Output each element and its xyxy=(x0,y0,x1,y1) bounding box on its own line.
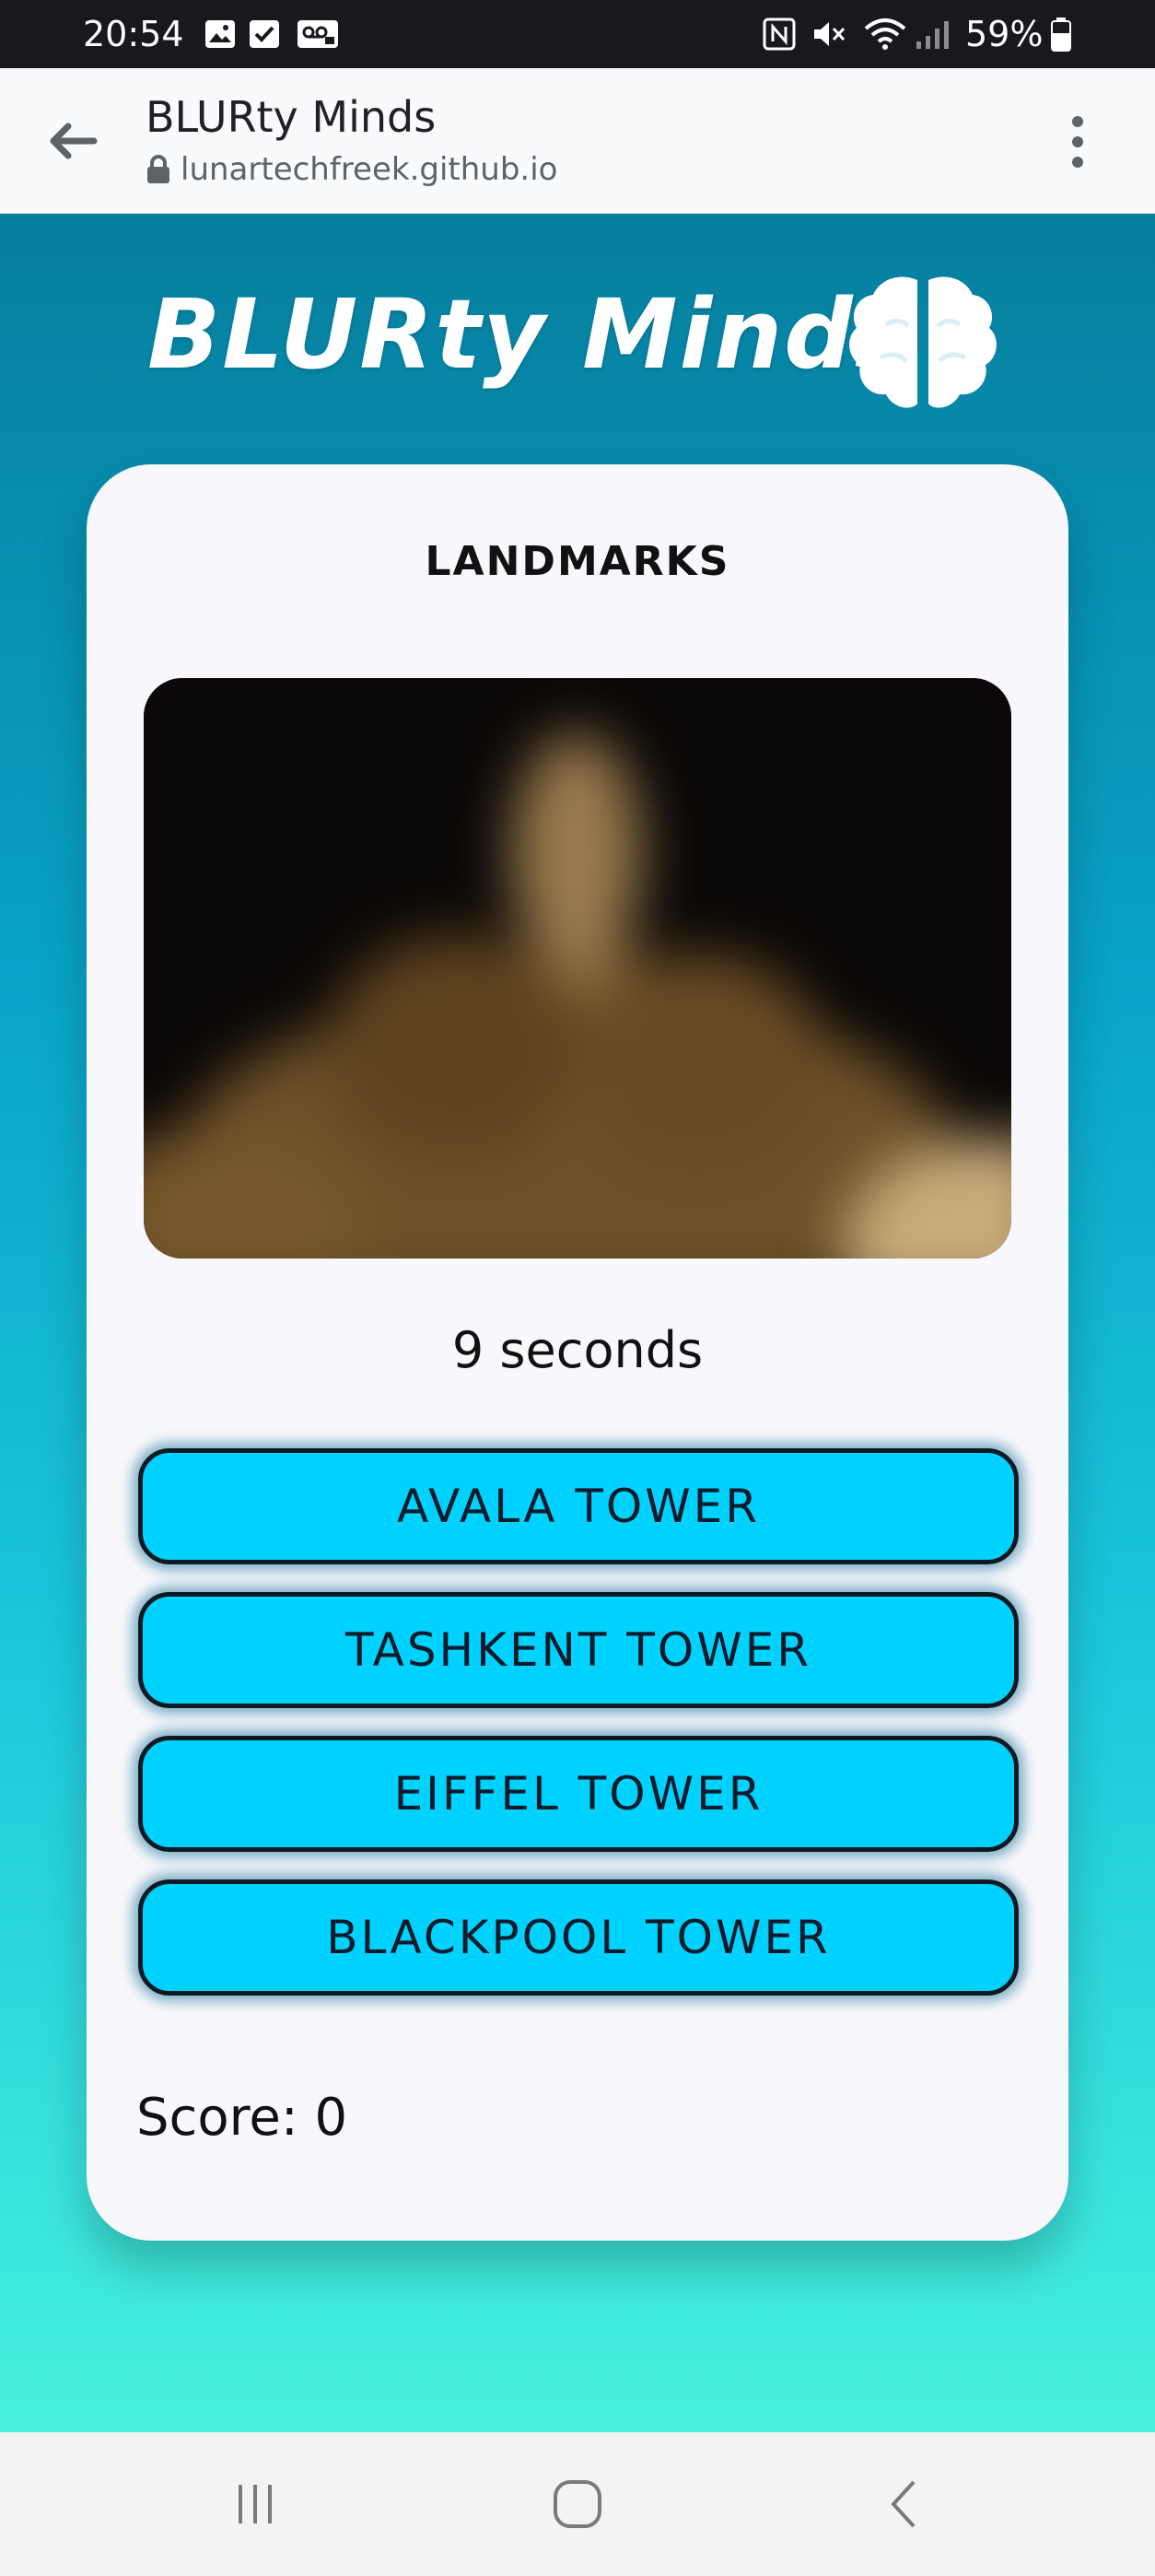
status-time: 20:54 xyxy=(83,14,184,54)
answer-button-3[interactable]: EIFFEL TOWER xyxy=(138,1736,1019,1852)
url-text: lunartechfreek.github.io xyxy=(181,151,558,188)
checkbox-icon xyxy=(245,17,284,52)
browser-toolbar: BLURty Minds lunartechfreek.github.io xyxy=(0,68,1155,214)
recent-apps-icon[interactable] xyxy=(204,2467,306,2541)
home-icon[interactable] xyxy=(527,2467,628,2541)
voicemail-icon xyxy=(293,17,343,52)
nfc-icon xyxy=(761,17,798,52)
page-title: BLURty Minds xyxy=(146,92,437,142)
battery-icon xyxy=(1048,17,1074,52)
url-bar[interactable]: lunartechfreek.github.io xyxy=(146,151,557,188)
blurred-landmark-image xyxy=(144,678,1011,1259)
signal-icon xyxy=(912,17,954,52)
app-logo-text: BLURty Minds xyxy=(147,278,914,391)
lock-icon xyxy=(147,155,169,183)
back-icon[interactable] xyxy=(853,2467,954,2541)
answer-button-1[interactable]: AVALA TOWER xyxy=(138,1448,1019,1564)
status-bar: 20:54 59% xyxy=(0,0,1155,68)
image-icon xyxy=(201,17,239,52)
quiz-card: LANDMARKS 9 seconds AVALA TOWER TASHKENT… xyxy=(87,464,1068,2241)
app-page: BLURty Minds LANDMARKS 9 seconds AVALA T… xyxy=(0,214,1155,2432)
system-nav-bar xyxy=(0,2432,1155,2576)
score-text: Score: 0 xyxy=(136,2088,348,2148)
app-header: BLURty Minds xyxy=(0,269,1155,408)
answer-button-2[interactable]: TASHKENT TOWER xyxy=(138,1592,1019,1708)
back-button[interactable] xyxy=(33,109,111,173)
category-title: LANDMARKS xyxy=(425,538,730,585)
answer-button-4[interactable]: BLACKPOOL TOWER xyxy=(138,1879,1019,1996)
battery-percent: 59% xyxy=(965,14,1044,54)
more-vert-icon[interactable] xyxy=(1050,109,1105,175)
arrow-left-icon xyxy=(50,123,98,159)
mute-icon xyxy=(809,17,849,52)
wifi-icon xyxy=(862,17,908,52)
timer-text: 9 seconds xyxy=(451,1321,704,1379)
brain-icon xyxy=(849,276,997,408)
